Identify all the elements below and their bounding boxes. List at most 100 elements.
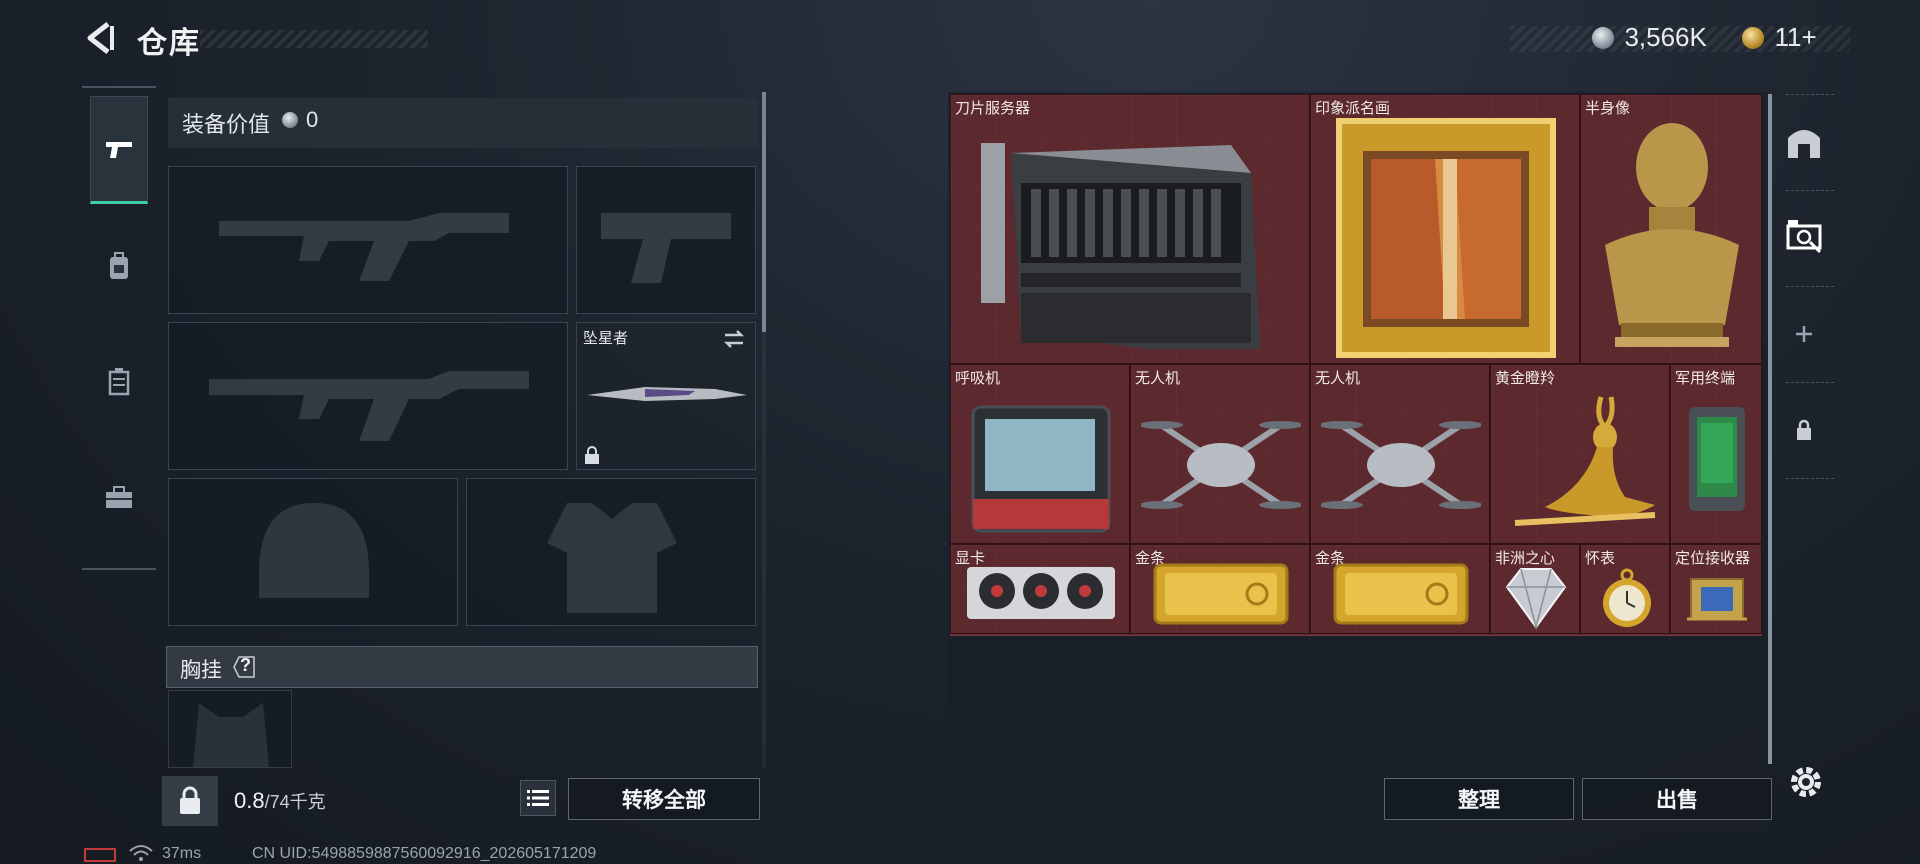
helmet-silhouette-icon [259,503,369,598]
gear-icon[interactable] [1786,762,1826,802]
item-name: 军用终端 [1675,370,1736,387]
impressionist-painting-icon [1336,118,1556,358]
currency-silver: 3,566K [1592,22,1707,53]
stash-item[interactable]: 无人机 [1310,364,1490,544]
nav-weapons[interactable] [90,96,148,204]
nav-supplies[interactable] [90,444,148,552]
carry-weight: 0.8/74千克 [234,788,326,814]
secondary-weapon-slot[interactable] [168,322,568,470]
item-name: 印象派名画 [1315,100,1391,117]
sell-button[interactable]: 出售 [1582,778,1772,820]
stash-scrollbar[interactable] [1768,94,1772,764]
loadout-category-nav [82,86,156,570]
stash-item[interactable]: 金条 [1130,544,1310,634]
item-name: 刀片服务器 [955,100,1031,117]
equip-value: 0 [306,107,319,132]
body-armor-slot[interactable] [466,478,756,626]
title-decoration [200,30,428,48]
stash-item[interactable]: 印象派名画 [1310,94,1580,364]
rifle-silhouette-icon [219,213,509,281]
user-uid: CN UID:5498859887560092916_202605171209 [252,845,597,862]
rail-divider [1786,190,1834,191]
currency-silver-value: 3,566K [1624,22,1707,52]
rail-key-case-tab[interactable] [1784,216,1824,256]
loadout-scrollbar-thumb[interactable] [762,92,766,332]
backpack-icon [110,252,128,279]
help-button[interactable]: ? [230,654,258,680]
list-view-button[interactable] [520,780,556,816]
battery-icon [84,848,116,862]
item-name: 呼吸机 [955,370,1001,387]
drone-icon [1321,421,1481,509]
rail-add-tab[interactable] [1784,314,1824,354]
rail-divider [1786,478,1834,479]
nav-armor[interactable] [90,212,148,320]
rail-locked-tab[interactable] [1784,410,1824,450]
graphics-card-icon [967,567,1115,619]
item-name: 定位接收器 [1675,550,1751,567]
item-name: 黄金瞪羚 [1495,370,1556,387]
helmet-slot[interactable] [168,478,458,626]
melee-slot[interactable]: 坠星者 [576,322,756,470]
equip-value-label: 装备价值 [182,112,271,137]
gold-coin-icon [1742,26,1764,49]
vest-icon [108,368,130,396]
bust-statue-icon [1605,123,1739,347]
item-name: 金条 [1135,550,1166,567]
item-name: 无人机 [1315,370,1361,387]
stash-item[interactable]: 刀片服务器 [950,94,1310,364]
help-symbol: ? [240,655,251,675]
ventilator-icon [971,405,1111,533]
swap-arrows-icon[interactable] [721,327,747,351]
rail-stash-tab[interactable] [1784,122,1824,162]
chest-rig-silhouette-icon [193,703,269,767]
stash-item[interactable]: 半身像 [1580,94,1762,364]
currency-gold[interactable]: 11+ [1742,22,1817,53]
rail-divider [1786,94,1834,95]
stash-item[interactable]: 金条 [1310,544,1490,634]
nav-containers[interactable] [90,328,148,436]
stash-item[interactable]: 呼吸机 [950,364,1130,544]
combat-knife-icon [587,387,747,401]
pistol-icon [106,142,132,158]
blade-server-icon [981,143,1261,349]
wifi-icon [129,845,153,861]
lock-icon [585,446,599,464]
toolbox-icon [106,486,132,508]
sidearm-slot[interactable] [576,166,756,314]
locator-receiver-icon [1687,578,1747,621]
gold-bar-icon [1153,563,1289,625]
network-ping: 37ms [162,845,202,862]
transfer-all-button[interactable]: 转移全部 [568,778,760,820]
chest-rig-slot[interactable] [168,690,292,768]
back-arrow-icon[interactable] [82,20,118,56]
stash-item[interactable]: 怀表 [1580,544,1670,634]
stash-item[interactable]: 军用终端 [1670,364,1762,544]
stash-item[interactable]: 非洲之心 [1490,544,1580,634]
pistol-silhouette-icon [601,213,731,283]
rail-divider [1786,286,1834,287]
lock-icon [1797,419,1811,440]
list-icon [527,790,549,806]
silver-coin-icon [1592,26,1614,49]
secure-container-button[interactable] [162,776,218,826]
chest-rig-label: 胸挂 [180,659,222,682]
stash-item[interactable]: 无人机 [1130,364,1310,544]
item-name: 金条 [1315,550,1346,567]
stash-item[interactable]: 定位接收器 [1670,544,1762,634]
silver-coin-icon [282,112,298,128]
item-name: 无人机 [1135,370,1181,387]
golden-gazelle-icon [1514,396,1656,526]
heart-of-africa-gem-icon [1505,568,1567,630]
item-name: 怀表 [1585,550,1616,567]
rail-divider [1786,382,1834,383]
item-name: 显卡 [955,550,986,567]
sort-button[interactable]: 整理 [1384,778,1574,820]
stash-item[interactable]: 显卡 [950,544,1130,634]
primary-weapon-slot[interactable] [168,166,568,314]
body-armor-silhouette-icon [547,503,677,613]
carry-weight-current: 0.8 [234,788,265,813]
stash-item[interactable]: 黄金瞪羚 [1490,364,1670,544]
plus-icon [1796,326,1812,342]
drone-icon [1141,421,1301,509]
